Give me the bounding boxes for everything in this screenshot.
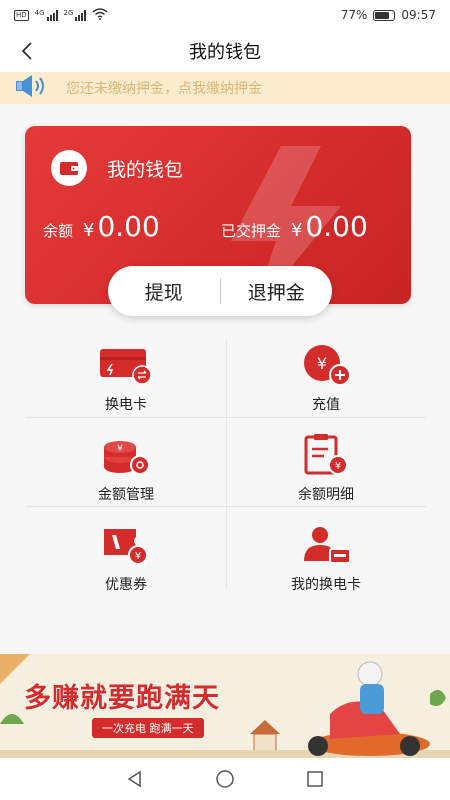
system-recents-button[interactable] xyxy=(300,764,330,794)
speaker-icon xyxy=(14,73,52,103)
notice-text: 您还未缴纳押金，点我缴纳押金 xyxy=(66,81,262,97)
banner-subtitle: 一次充电 跑满一天 xyxy=(92,718,204,738)
battery-icon xyxy=(373,9,396,21)
system-navigation-bar xyxy=(0,758,450,800)
wifi-icon xyxy=(92,7,108,23)
clock: 09:57 xyxy=(401,8,436,22)
svg-text:¥: ¥ xyxy=(117,444,123,454)
recharge-icon: ¥ xyxy=(298,344,354,386)
status-bar: HD 4G 2G 77% 09:57 xyxy=(0,0,450,30)
system-home-button[interactable] xyxy=(210,764,240,794)
circle-home-icon xyxy=(216,770,234,788)
wallet-card-header: 我的钱包 xyxy=(51,150,183,186)
signal-icon: 4G xyxy=(35,9,58,21)
withdraw-button[interactable]: 提现 xyxy=(108,278,220,305)
menu-item-my-battery-card[interactable]: 我的换电卡 xyxy=(226,508,426,596)
balance-label: 余额 xyxy=(43,222,74,240)
chevron-left-icon xyxy=(21,42,32,60)
menu-item-label: 余额明细 xyxy=(298,487,354,503)
back-button[interactable] xyxy=(12,36,42,66)
deposit-currency: ¥ xyxy=(291,220,303,241)
menu-item-label: 充值 xyxy=(312,397,340,413)
menu-item-battery-card[interactable]: 换电卡 xyxy=(26,328,226,416)
deposit-notice[interactable]: 您还未缴纳押金，点我缴纳押金 xyxy=(0,72,450,104)
balance-currency: ¥ xyxy=(83,220,95,241)
coupon-icon: ¥ xyxy=(98,524,154,566)
wallet-card-title: 我的钱包 xyxy=(107,158,184,181)
hd-icon: HD xyxy=(14,9,29,21)
balance-row: 余额 ¥ 0.00 xyxy=(43,210,160,243)
menu-item-balance-detail[interactable]: ¥ 余额明细 xyxy=(226,418,426,506)
menu-item-coupon[interactable]: ¥ 优惠券 xyxy=(26,508,226,596)
triangle-back-icon xyxy=(127,770,141,788)
menu-item-label: 换电卡 xyxy=(105,397,147,413)
banner-title: 多赚就要跑满天 xyxy=(24,683,220,714)
network-label: 2G xyxy=(63,9,74,17)
my-card-icon xyxy=(298,524,354,566)
menu-item-label: 我的换电卡 xyxy=(291,577,361,593)
deposit-value: 0.00 xyxy=(305,210,368,243)
deposit-row: 已交押金 ¥ 0.00 xyxy=(221,210,368,243)
menu-item-label: 优惠券 xyxy=(105,577,147,593)
wallet-icon xyxy=(51,150,87,186)
menu-item-amount-management[interactable]: ¥ 金额管理 xyxy=(26,418,226,506)
battery-swap-card-icon xyxy=(98,344,154,386)
square-recents-icon xyxy=(307,771,323,787)
wallet-actions: 提现 退押金 xyxy=(108,266,332,316)
divider xyxy=(26,506,426,507)
svg-text:¥: ¥ xyxy=(135,551,141,562)
promo-banner[interactable]: 多赚就要跑满天 一次充电 跑满一天 xyxy=(0,654,450,758)
deposit-label: 已交押金 xyxy=(221,222,282,240)
signal-icon: 2G xyxy=(64,9,87,21)
balance-value: 0.00 xyxy=(97,210,160,243)
battery-percent: 77% xyxy=(340,8,368,22)
menu-item-recharge[interactable]: ¥ 充值 xyxy=(226,328,426,416)
coin-stack-icon: ¥ xyxy=(98,434,154,476)
balance-detail-icon: ¥ xyxy=(298,434,354,476)
refund-deposit-button[interactable]: 退押金 xyxy=(221,278,333,305)
status-left: HD 4G 2G xyxy=(14,7,108,23)
page-title: 我的钱包 xyxy=(189,42,261,63)
system-back-button[interactable] xyxy=(120,764,150,794)
svg-text:¥: ¥ xyxy=(335,461,341,472)
menu-grid: 换电卡 ¥ 充值 ¥ 金额管理 ¥ 余额明细 ¥ 优惠券 我的换电卡 xyxy=(26,328,426,593)
nav-bar: 我的钱包 xyxy=(0,30,450,72)
menu-item-label: 金额管理 xyxy=(98,487,154,503)
svg-text:¥: ¥ xyxy=(317,354,327,373)
status-right: 77% 09:57 xyxy=(341,8,436,22)
network-label: 4G xyxy=(34,9,45,17)
